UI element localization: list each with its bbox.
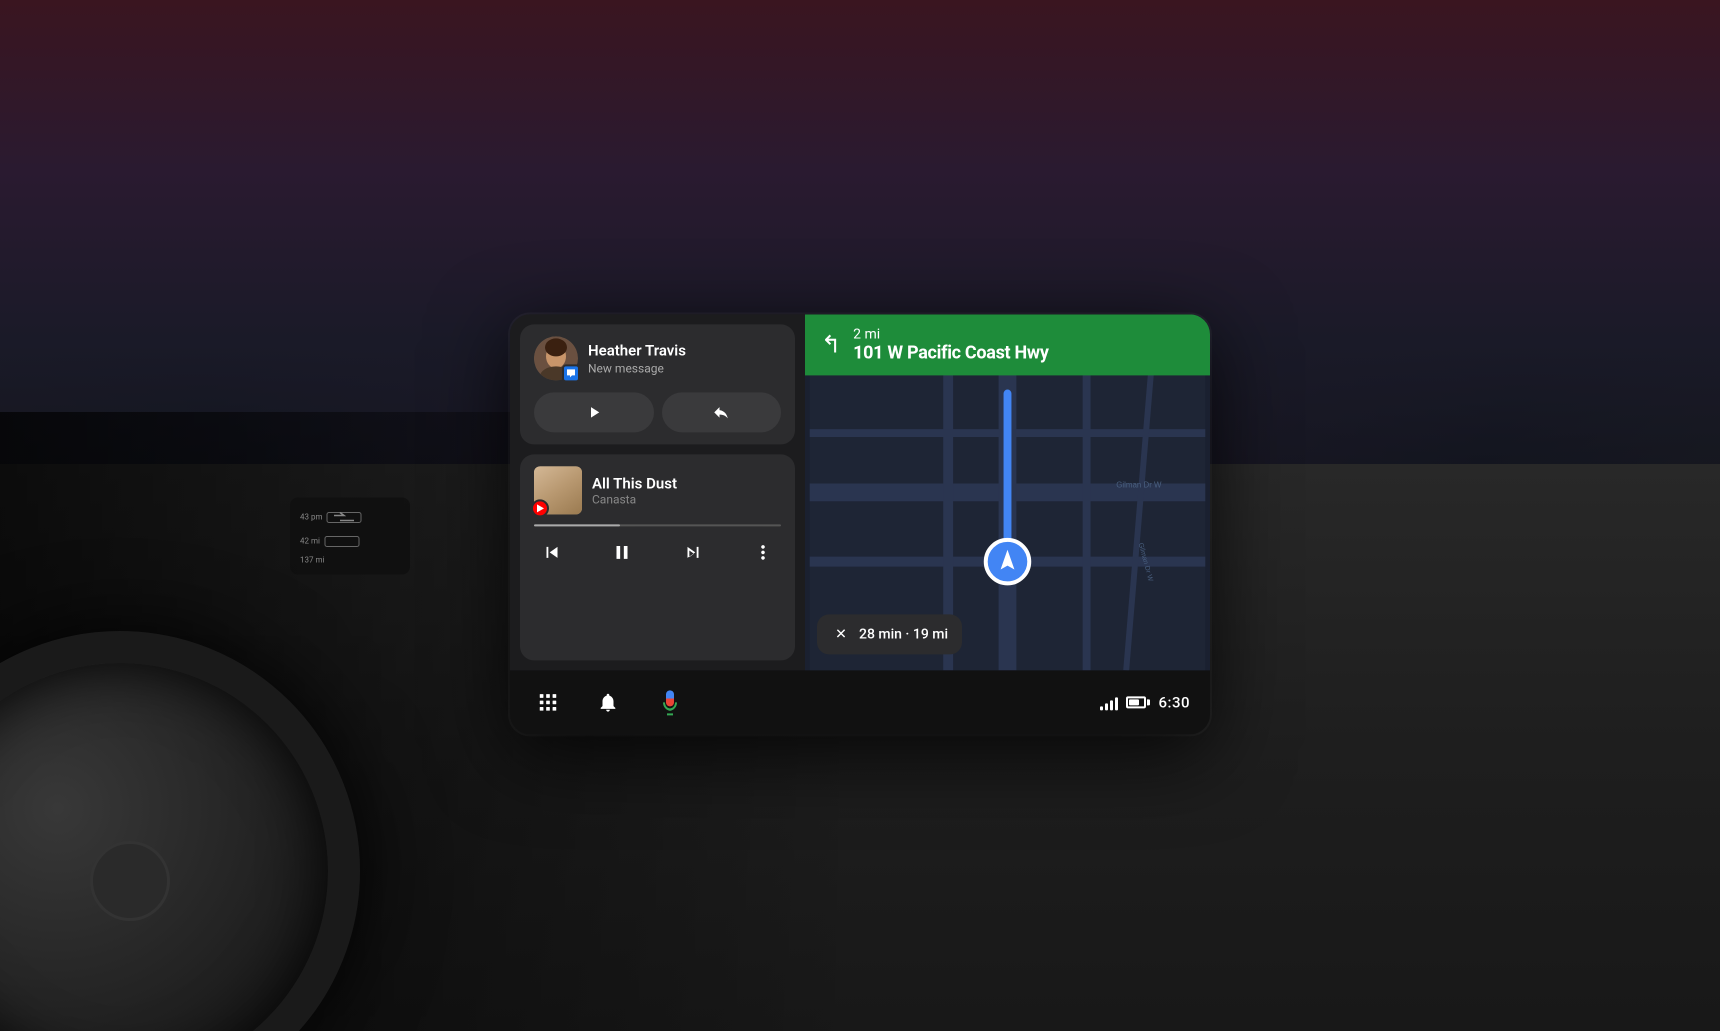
microphone-button[interactable] bbox=[650, 682, 690, 722]
youtube-music-badge bbox=[531, 499, 549, 517]
nav-icons bbox=[530, 682, 690, 722]
song-title: All This Dust bbox=[592, 474, 677, 492]
eta-text: 28 min · 19 mi bbox=[859, 626, 948, 642]
battery-icon bbox=[1126, 696, 1150, 708]
message-actions bbox=[534, 392, 781, 432]
music-card[interactable]: All This Dust Canasta bbox=[520, 454, 795, 660]
left-panel: Heather Travis New message bbox=[510, 314, 805, 670]
message-subtitle: New message bbox=[588, 361, 686, 375]
svg-text:Gilman Dr W: Gilman Dr W bbox=[1116, 480, 1162, 489]
navigation-banner: ↰ 2 mi 101 W Pacific Coast Hwy bbox=[805, 314, 1210, 375]
android-auto-screen: Heather Travis New message bbox=[510, 314, 1210, 734]
avatar-container bbox=[534, 336, 578, 380]
notifications-button[interactable] bbox=[590, 684, 626, 720]
reply-message-button[interactable] bbox=[662, 392, 782, 432]
music-controls bbox=[534, 534, 781, 570]
message-card[interactable]: Heather Travis New message bbox=[520, 324, 795, 444]
message-header: Heather Travis New message bbox=[534, 336, 781, 380]
message-text: Heather Travis New message bbox=[588, 341, 686, 375]
signal-strength-icon bbox=[1100, 694, 1118, 710]
pause-button[interactable] bbox=[604, 534, 640, 570]
music-info: All This Dust Canasta bbox=[592, 474, 677, 506]
progress-bar[interactable] bbox=[534, 524, 781, 526]
map-panel[interactable]: Gilman Dr W Gilman Dr W ↰ 2 mi 101 W Pac… bbox=[805, 314, 1210, 670]
turn-arrow-icon: ↰ bbox=[821, 332, 841, 356]
status-bar: 6:30 bbox=[1100, 693, 1190, 711]
nav-info: 2 mi 101 W Pacific Coast Hwy bbox=[853, 326, 1049, 363]
message-badge bbox=[562, 364, 580, 382]
nav-distance: 2 mi bbox=[853, 326, 1049, 342]
close-navigation-button[interactable]: ✕ bbox=[831, 624, 851, 644]
bottom-bar: 6:30 bbox=[510, 670, 1210, 734]
screen-content: Heather Travis New message bbox=[510, 314, 1210, 670]
eta-badge: ✕ 28 min · 19 mi bbox=[817, 614, 962, 654]
artist-name: Canasta bbox=[592, 492, 677, 506]
music-header: All This Dust Canasta bbox=[534, 466, 781, 514]
contact-name: Heather Travis bbox=[588, 341, 686, 359]
progress-fill bbox=[534, 524, 620, 526]
skip-forward-button[interactable] bbox=[675, 534, 711, 570]
play-message-button[interactable] bbox=[534, 392, 654, 432]
nav-street: 101 W Pacific Coast Hwy bbox=[853, 342, 1049, 363]
skip-back-button[interactable] bbox=[534, 534, 570, 570]
more-options-button[interactable] bbox=[745, 534, 781, 570]
apps-button[interactable] bbox=[530, 684, 566, 720]
album-art bbox=[534, 466, 582, 514]
time-display: 6:30 bbox=[1158, 693, 1190, 711]
